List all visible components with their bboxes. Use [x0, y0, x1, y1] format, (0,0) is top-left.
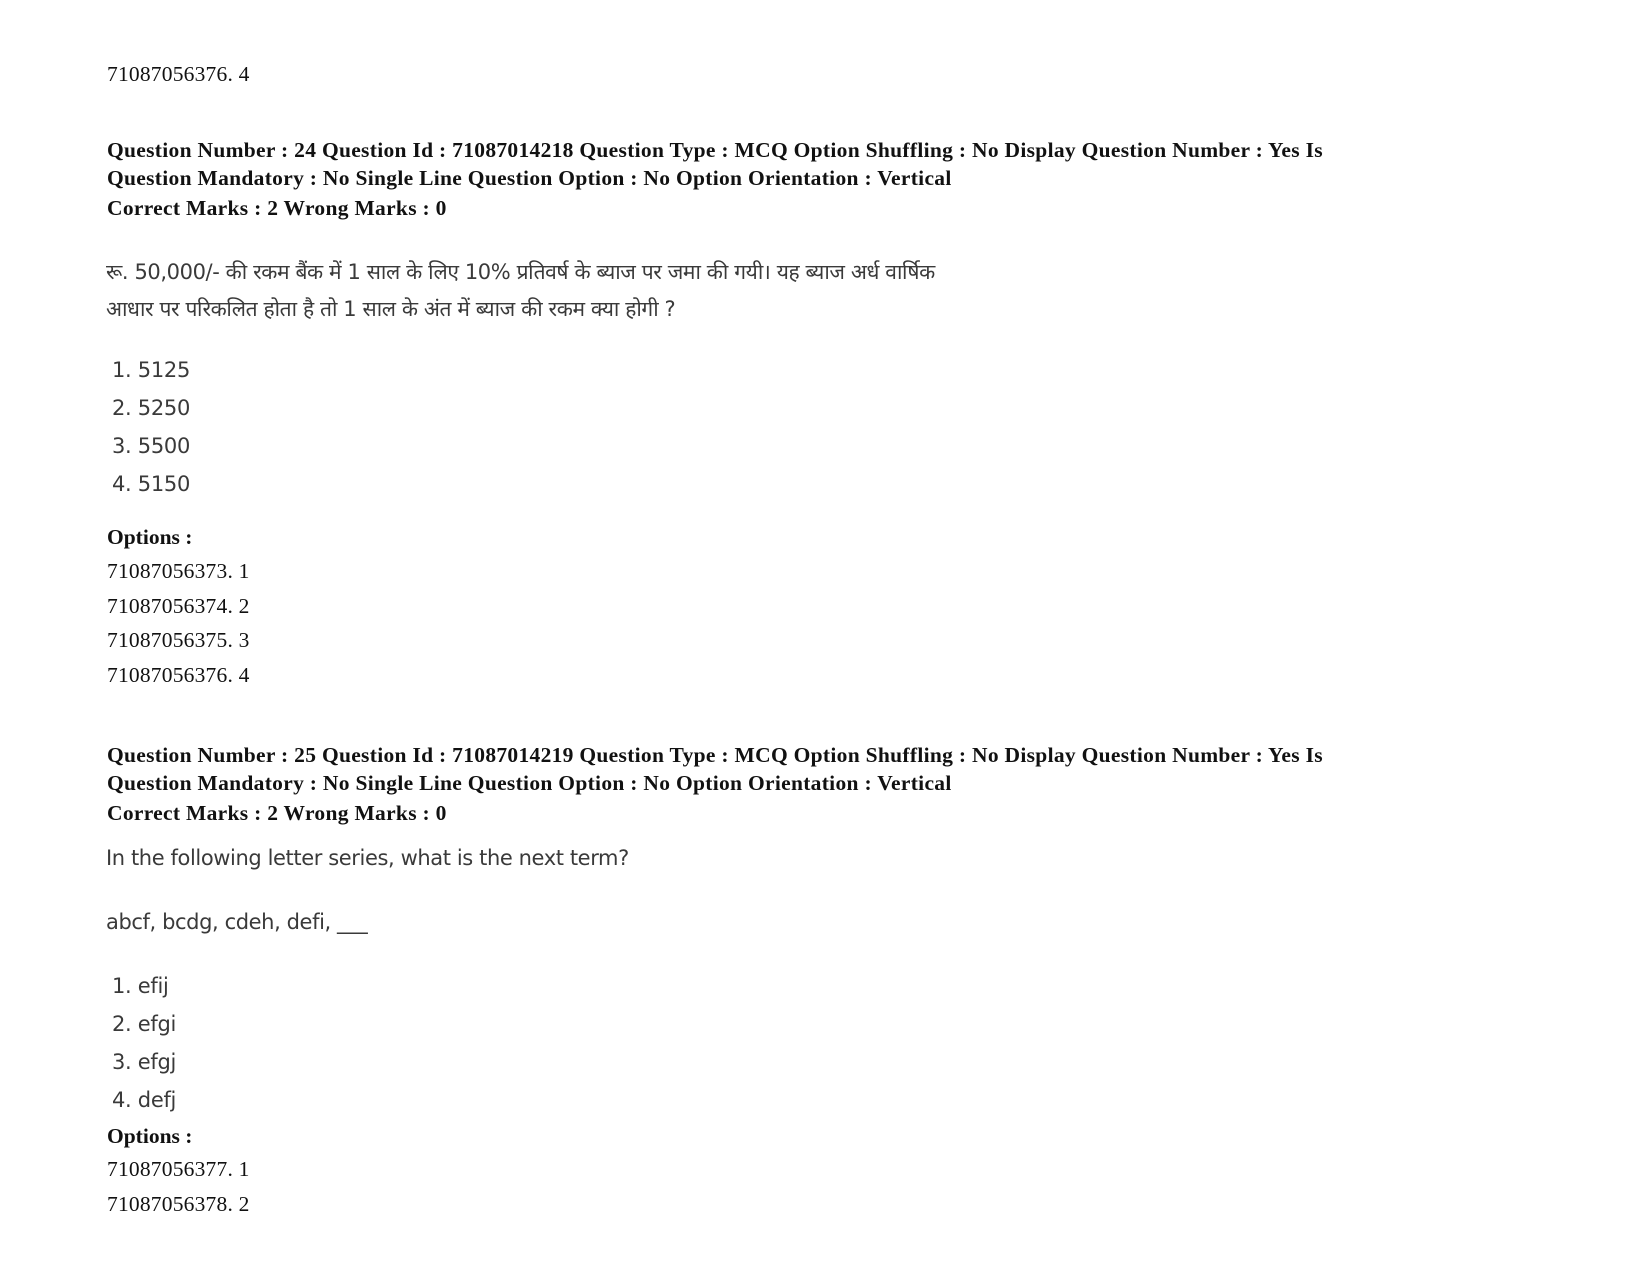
- question-meta: Question Number : 25 Question Id : 71087…: [107, 741, 1547, 797]
- question-text-line: In the following letter series, what is …: [106, 846, 629, 870]
- answer-choice: 2. efgi: [112, 1012, 177, 1036]
- option-id-row: 71087056378. 2: [107, 1191, 250, 1216]
- answer-choice: 2. 5250: [112, 396, 191, 420]
- answer-choices: 1. 5125 2. 5250 3. 5500 4. 5150: [112, 351, 190, 503]
- question-meta: Question Number : 24 Question Id : 71087…: [107, 136, 1547, 192]
- document-page: 71087056376. 4 Question Number : 24 Ques…: [0, 0, 1650, 1275]
- previous-option-id-row: 71087056376. 4: [107, 62, 250, 86]
- question-meta-line-2: Question Mandatory : No Single Line Ques…: [107, 771, 952, 795]
- answer-choice: 3. 5500: [112, 434, 191, 458]
- answer-choices: 1. efij 2. efgi 3. efgj 4. defj: [112, 967, 176, 1119]
- options-label: Options :: [107, 525, 193, 549]
- options-label: Options :: [107, 1124, 193, 1148]
- option-id-row: 71087056374. 2: [107, 593, 250, 618]
- question-marks: Correct Marks : 2 Wrong Marks : 0: [107, 801, 447, 825]
- question-text-line: रू. 50,000/- की रकम बैंक में 1 साल के लि…: [106, 260, 935, 284]
- question-text-line: आधार पर परिकलित होता है तो 1 साल के अंत …: [106, 297, 676, 321]
- option-id-list: 71087056377. 1 71087056378. 2: [107, 1152, 250, 1221]
- answer-choice: 3. efgj: [112, 1050, 177, 1074]
- option-id-list: 71087056373. 1 71087056374. 2 7108705637…: [107, 554, 250, 692]
- question-meta-line-1: Question Number : 24 Question Id : 71087…: [107, 138, 1323, 162]
- option-id-row: 71087056373. 1: [107, 559, 250, 583]
- answer-choice: 4. defj: [112, 1088, 177, 1112]
- option-id-row: 71087056376. 4: [107, 662, 250, 687]
- answer-choice: 1. efij: [112, 974, 169, 998]
- answer-choice: 4. 5150: [112, 472, 191, 496]
- letter-series: abcf, bcdg, cdeh, defi, ___: [106, 910, 368, 934]
- answer-choice: 1. 5125: [112, 358, 191, 382]
- question-meta-line-1: Question Number : 25 Question Id : 71087…: [107, 743, 1323, 767]
- option-id-row: 71087056377. 1: [107, 1157, 250, 1181]
- option-id-row: 71087056375. 3: [107, 628, 250, 652]
- question-meta-line-2: Question Mandatory : No Single Line Ques…: [107, 166, 952, 190]
- question-text: रू. 50,000/- की रकम बैंक में 1 साल के लि…: [106, 254, 935, 328]
- question-marks: Correct Marks : 2 Wrong Marks : 0: [107, 196, 447, 220]
